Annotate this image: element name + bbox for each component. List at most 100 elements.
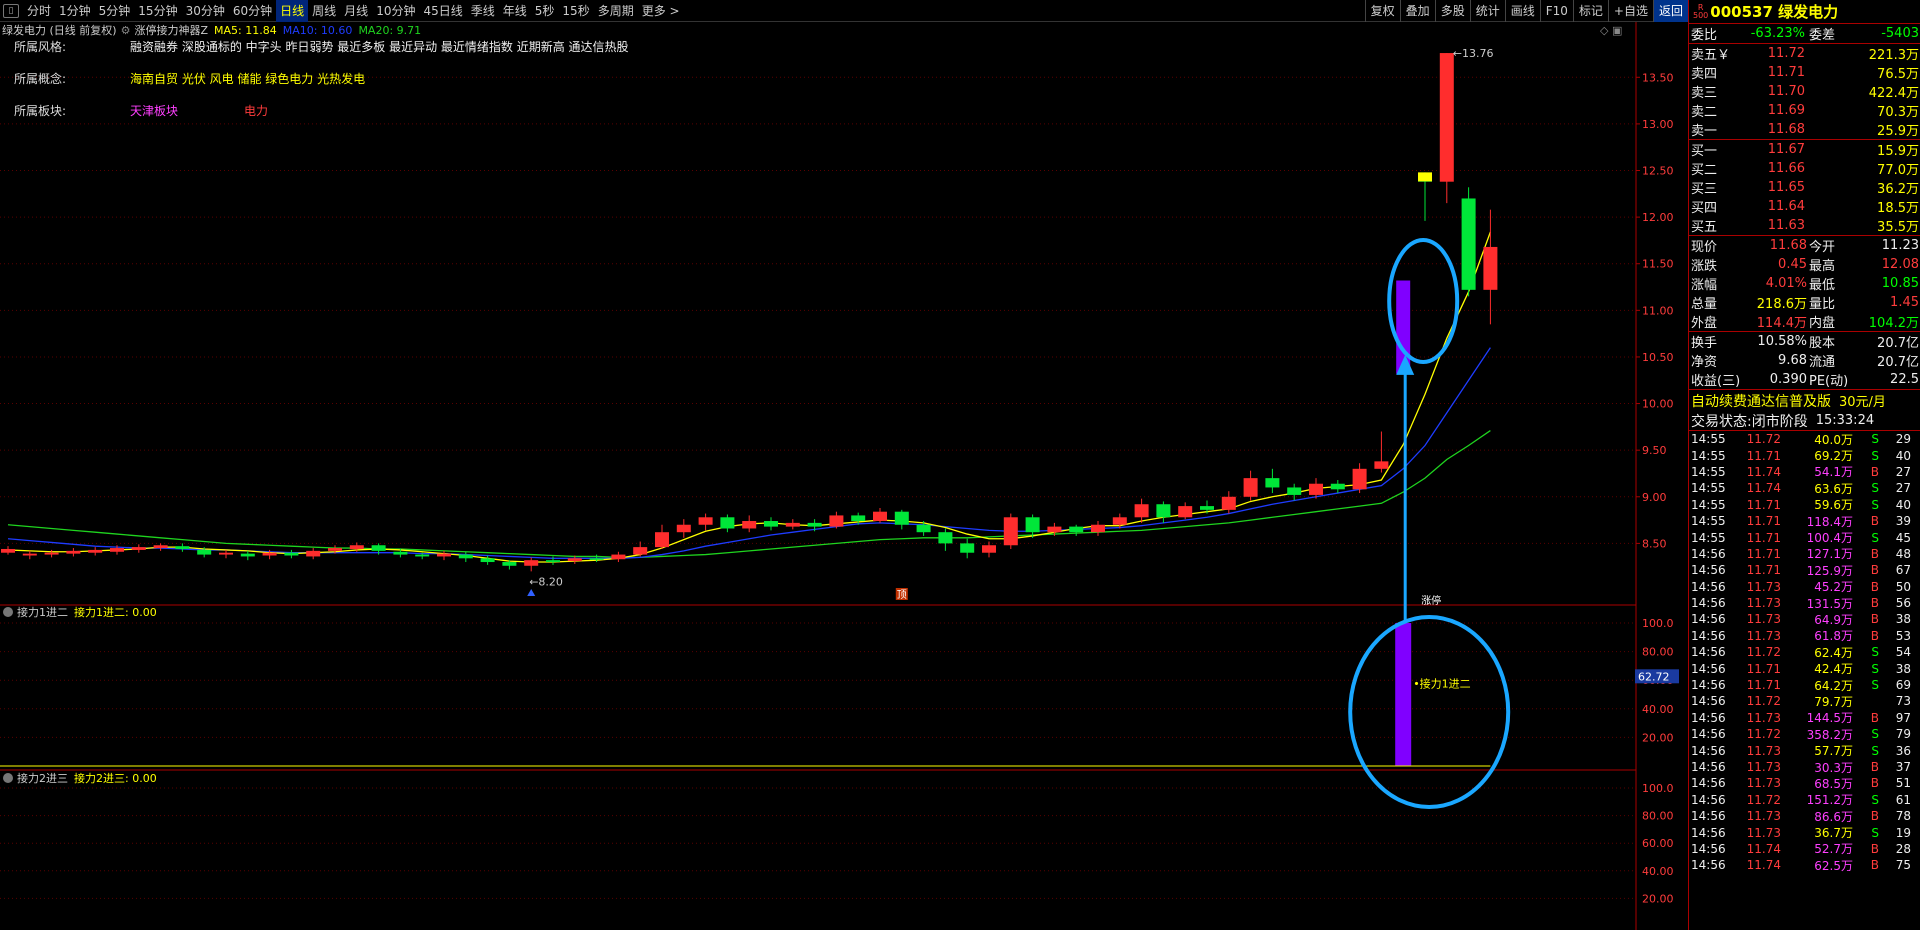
candle-body (1178, 506, 1193, 518)
tool-button[interactable]: 统计 (1469, 0, 1505, 22)
tool-button[interactable]: 复权 (1364, 0, 1400, 22)
tick-volume: 61.8万 (1814, 629, 1853, 644)
tick-side: B (1870, 612, 1879, 627)
period-tab[interactable]: 更多 > (638, 0, 684, 22)
period-tab[interactable]: 周线 (308, 0, 340, 22)
order-price: 11.68 (1767, 122, 1805, 137)
candle-body (480, 558, 495, 563)
chart-area[interactable]: 13.50 13.00 12.50 12.00 11.50 11.00 10.50 10.00… (0, 22, 1688, 930)
candle-body (1352, 468, 1367, 490)
period-tab[interactable]: 5秒 (531, 0, 559, 22)
tick-price: 11.74 (1746, 858, 1781, 873)
tool-button[interactable]: F10 (1539, 0, 1573, 22)
legend-indicator[interactable]: 涨停接力神器Z (134, 22, 208, 38)
period-tab[interactable]: 季线 (467, 0, 499, 22)
buy-row: 买一 11.67 15.9万 (1689, 140, 1920, 159)
stat-value: 114.4万 (1756, 316, 1807, 331)
promo-banner[interactable]: 自动续费通达信普及版 30元/月 (1689, 389, 1920, 411)
candle-body (785, 522, 800, 527)
collapse-icon[interactable] (3, 607, 13, 617)
candle-body (1374, 461, 1389, 469)
sub-y-tick-label: 100.0 (1642, 782, 1674, 795)
sub-y-tick-label: 20.00 (1642, 892, 1674, 905)
tick-time: 14:56 (1691, 792, 1726, 807)
candle-body (240, 553, 255, 557)
stat-value: 22.5 (1890, 372, 1919, 387)
period-tab[interactable]: 多周期 (594, 0, 638, 22)
info-concept: 所属概念: 海南自贸 光伏 风电 储能 绿色电力 光热发电 (14, 70, 365, 87)
tick-side: S (1871, 432, 1879, 447)
gear-icon[interactable]: ⚙ (121, 24, 131, 37)
period-tab[interactable]: 1分钟 (55, 0, 95, 22)
tool-button[interactable]: 画线 (1504, 0, 1540, 22)
tick-time: 14:56 (1691, 710, 1726, 725)
collapse-icon[interactable] (3, 773, 13, 783)
ratio-value: -63.23% (1750, 26, 1805, 41)
chart-corner-icons[interactable]: ◇ ▣ (1600, 24, 1622, 37)
candle-body (655, 532, 669, 548)
candle-body (306, 550, 321, 557)
candle-body (153, 545, 168, 549)
menu-icon[interactable]: ▯ (3, 3, 19, 18)
candle-body (720, 517, 735, 529)
tick-side: B (1870, 563, 1879, 578)
tool-button[interactable]: 返回 (1652, 0, 1688, 22)
sub1-name[interactable]: 接力1进二 (17, 604, 68, 620)
period-tab[interactable]: 月线 (340, 0, 372, 22)
candle-body (742, 521, 757, 529)
period-tab[interactable]: 年线 (499, 0, 531, 22)
period-tab[interactable]: 10分钟 (372, 0, 419, 22)
tick-count: 28 (1895, 841, 1911, 856)
stat-row: 现价 11.68 今开 11.23 (1689, 236, 1920, 255)
tick-side: B (1870, 841, 1879, 856)
tool-button[interactable]: 叠加 (1399, 0, 1435, 22)
stat-value: 1.45 (1890, 295, 1919, 310)
stat-row: 涨幅 4.01% 最低 10.85 (1689, 274, 1920, 293)
period-tab[interactable]: 15秒 (558, 0, 593, 22)
info-style-label: 所属风格: (14, 40, 67, 54)
candle-body (1091, 524, 1105, 533)
sub2-name[interactable]: 接力2进三 (17, 770, 68, 786)
tick-volume: 52.7万 (1814, 842, 1853, 857)
tick-list[interactable]: 14:55 11.72 40.0万 S 29 14:55 11.71 69.2万 S 40 14:5… (1689, 431, 1920, 874)
buy-row: 买三 11.65 36.2万 (1689, 178, 1920, 197)
candle-body (1439, 53, 1454, 182)
period-tab[interactable]: 日线 (276, 0, 309, 22)
candle-body (851, 515, 866, 522)
period-tab[interactable]: 45日线 (419, 0, 466, 22)
candle-body (938, 532, 953, 544)
tick-volume: 151.2万 (1806, 793, 1853, 808)
tick-price: 11.72 (1746, 727, 1781, 742)
period-tab[interactable]: 分时 (23, 0, 55, 22)
tool-button[interactable]: 多股 (1434, 0, 1470, 22)
candle-body (546, 560, 560, 563)
tick-count: 69 (1895, 678, 1911, 693)
tick-count: 67 (1895, 563, 1911, 578)
period-tab[interactable]: 60分钟 (229, 0, 276, 22)
tick-count: 50 (1895, 579, 1911, 594)
tool-button[interactable]: 标记 (1572, 0, 1608, 22)
sub1-bar (1395, 623, 1412, 766)
period-tab[interactable]: 5分钟 (95, 0, 135, 22)
y-tick-label: 8.50 (1642, 537, 1667, 550)
period-tab[interactable]: 30分钟 (182, 0, 229, 22)
tool-button[interactable]: +自选 (1607, 0, 1653, 22)
tick-volume: 59.6万 (1814, 498, 1853, 513)
tick-price: 11.71 (1746, 661, 1781, 676)
order-price: 11.69 (1767, 103, 1805, 118)
tick-side: B (1870, 514, 1879, 529)
info-style-value: 融资融券 深股通标的 中字头 昨日弱势 最近多板 最近异动 最近情绪指数 近期新… (130, 40, 629, 54)
order-volume: 422.4万 (1868, 86, 1919, 101)
tick-volume: 62.5万 (1814, 858, 1853, 873)
legend-stock: 绿发电力 (日线 前复权) (2, 24, 117, 37)
candle-body (437, 553, 451, 557)
legend-ma10: MA10: 10.60 (282, 23, 353, 37)
diff-label: 委差 (1809, 28, 1836, 43)
tick-time: 14:55 (1691, 514, 1726, 529)
tick-volume: 68.5万 (1814, 776, 1853, 791)
tick-row: 14:56 11.71 42.4万 S 38 (1689, 660, 1920, 677)
order-label: 卖二 (1691, 105, 1718, 120)
candle-body (1, 548, 15, 553)
info-concept-value: 海南自贸 光伏 风电 储能 绿色电力 光热发电 (130, 72, 366, 86)
period-tab[interactable]: 15分钟 (134, 0, 181, 22)
